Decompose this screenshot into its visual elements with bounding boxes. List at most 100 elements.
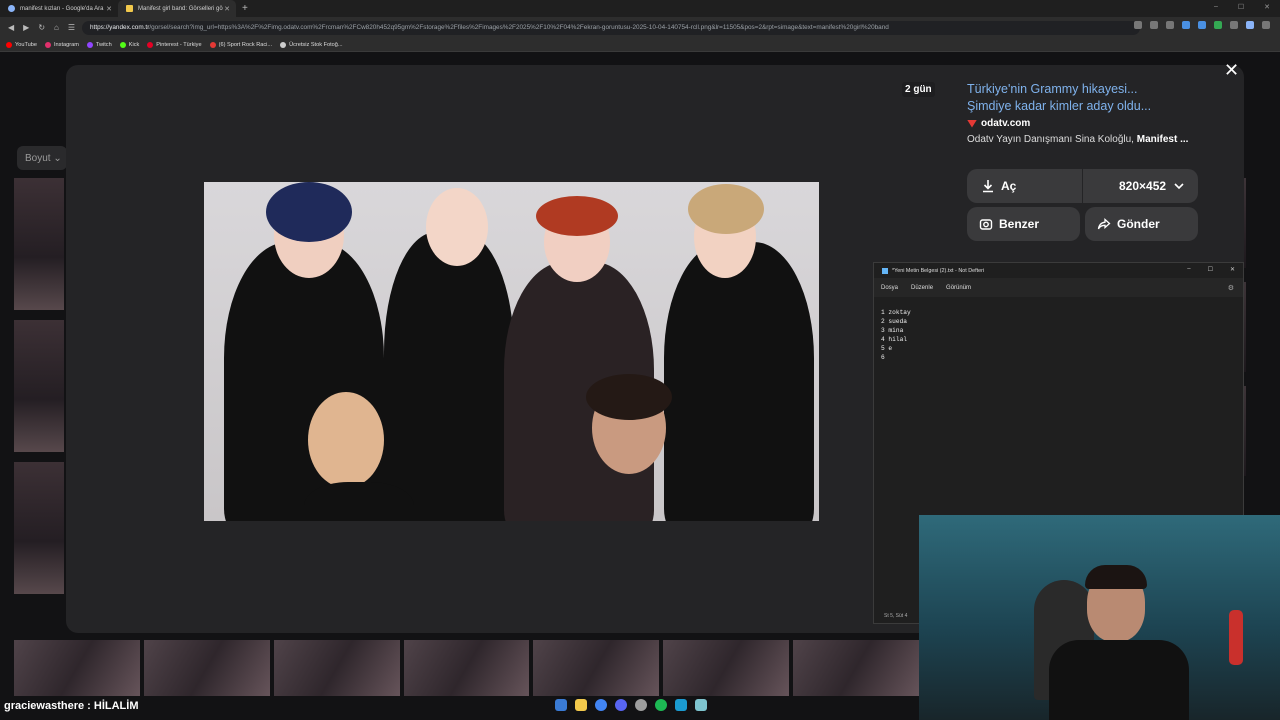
notepad-text-area[interactable]: 1 zoktay 2 sueda 3 mina 4 hilal 5 e 6 [881, 308, 911, 362]
share-button[interactable]: Gönder [1085, 207, 1198, 241]
steam-icon[interactable] [675, 699, 687, 711]
site-info-icon[interactable]: ☰ [68, 23, 75, 32]
preview-image[interactable] [204, 182, 819, 521]
tab-label: Manifest girl band: Görselleri gö [138, 5, 223, 12]
start-icon[interactable] [555, 699, 567, 711]
bookmarks-bar: YouTube Instagram Twitch Kick Pinterest … [0, 38, 1280, 52]
youtube-icon [6, 41, 12, 48]
minimize-icon[interactable]: – [1214, 3, 1218, 11]
zoom-icon[interactable] [1134, 21, 1142, 29]
figure [664, 242, 814, 521]
thumbnail[interactable] [403, 640, 530, 696]
thumbnail[interactable] [14, 320, 64, 452]
bookmark-youtube[interactable]: YouTube [6, 41, 37, 48]
extension-icon[interactable] [1182, 21, 1190, 29]
tab-label: manifest kızları - Google'da Ara [20, 5, 104, 12]
figure [536, 196, 618, 236]
discord-icon[interactable] [615, 699, 627, 711]
extension-icon[interactable] [1214, 21, 1222, 29]
close-viewer-icon[interactable]: ✕ [1224, 60, 1239, 81]
source-site[interactable]: odatv.com [967, 118, 1030, 129]
notepad-taskbar-icon[interactable] [695, 699, 707, 711]
tab-yandex-images[interactable]: Manifest girl band: Görselleri gö ✕ [118, 0, 236, 17]
thumbnail[interactable] [14, 178, 64, 310]
thumbnail[interactable] [14, 640, 140, 696]
window-controls: – ☐ ✕ [1214, 3, 1270, 11]
settings-gear-icon[interactable]: ⚙ [1228, 284, 1234, 292]
source-article-link[interactable]: Türkiye'nin Grammy hikayesi... Şimdiye k… [967, 81, 1167, 115]
thumbnail[interactable] [533, 640, 660, 696]
menu-icon[interactable] [1262, 21, 1270, 29]
background-thumbnail-strip [14, 640, 920, 696]
sport-rock-icon [209, 41, 216, 48]
thumbnail[interactable] [793, 640, 920, 696]
thumbnail[interactable] [14, 462, 64, 594]
figure [308, 392, 384, 488]
reload-icon[interactable]: ↻ [38, 23, 45, 32]
extension-icon[interactable] [1230, 21, 1238, 29]
bookmark-instagram[interactable]: Instagram [44, 41, 79, 48]
pinterest-icon [147, 41, 154, 48]
tab-bar: manifest kızları - Google'da Ara ✕ Manif… [0, 0, 1280, 17]
open-image-button[interactable]: Aç [967, 169, 1082, 203]
menu-file[interactable]: Dosya [881, 285, 898, 291]
tab-google-search[interactable]: manifest kızları - Google'da Ara ✕ [0, 0, 118, 17]
thumbnail[interactable] [143, 640, 270, 696]
figure [688, 184, 764, 234]
home-icon[interactable]: ⌂ [54, 23, 59, 32]
streamer [1049, 640, 1189, 720]
menu-view[interactable]: Görünüm [946, 285, 971, 291]
streamer [1085, 565, 1147, 589]
download-icon [983, 180, 993, 193]
share-arrow-icon [1097, 218, 1111, 230]
menu-edit[interactable]: Düzenle [911, 285, 933, 291]
bottle [1229, 610, 1243, 665]
file-explorer-icon[interactable] [575, 699, 587, 711]
thumbnail[interactable] [663, 640, 790, 696]
chevron-down-icon [1174, 183, 1184, 190]
notepad-menubar: Dosya Düzenle Görünüm [874, 278, 1243, 297]
url-input[interactable]: https://yandex.com.tr/gorsel/search?img_… [82, 20, 1140, 35]
webcam-overlay [919, 515, 1280, 720]
google-icon [8, 5, 15, 12]
maximize-icon[interactable]: ☐ [1208, 266, 1213, 273]
close-tab-icon[interactable]: ✕ [106, 5, 112, 13]
kick-icon [119, 41, 126, 48]
address-bar-row: ◀ ▶ ↻ ⌂ ☰ https://yandex.com.tr/gorsel/s… [0, 17, 1280, 38]
figure [586, 374, 672, 420]
app-icon[interactable] [635, 699, 647, 711]
close-window-icon[interactable]: ✕ [1230, 266, 1235, 273]
forward-icon[interactable]: ▶ [23, 23, 29, 32]
new-tab-button[interactable]: + [242, 3, 248, 14]
text-line: 1 zoktay [881, 309, 911, 316]
back-icon[interactable]: ◀ [8, 23, 14, 32]
text-line: 2 sueda [881, 318, 907, 325]
thumbnail[interactable] [273, 640, 400, 696]
text-line: 3 mina [881, 327, 904, 334]
close-tab-icon[interactable]: ✕ [224, 5, 230, 13]
image-size-dropdown[interactable]: 820×452 [1083, 169, 1198, 203]
minimize-icon[interactable]: – [1187, 266, 1190, 273]
stream-chat-message: graciewasthere : HİLALİM [4, 700, 139, 712]
bookmark-sport-rock[interactable]: (6) Sport Rock Raci... [209, 41, 272, 48]
bookmark-pinterest[interactable]: Pinterest - Türkiye [147, 41, 202, 48]
profile-avatar[interactable] [1246, 21, 1254, 29]
share-icon[interactable] [1150, 21, 1158, 29]
taskbar [555, 699, 707, 711]
bookmark-star-icon[interactable] [1166, 21, 1174, 29]
notepad-title: *Yeni Metin Belgesi (2).txt - Not Defter… [892, 267, 985, 274]
figure [384, 232, 514, 521]
size-filter-dropdown[interactable]: Boyut ⌄ [17, 146, 67, 170]
bookmark-twitch[interactable]: Twitch [86, 41, 112, 48]
spotify-icon[interactable] [655, 699, 667, 711]
bookmark-stock-photo[interactable]: Ücretsiz Stok Fotoğ... [280, 41, 343, 48]
similar-images-button[interactable]: Benzer [967, 207, 1080, 241]
extensions-bar [1134, 21, 1270, 29]
close-window-icon[interactable]: ✕ [1264, 3, 1270, 11]
browser-icon[interactable] [595, 699, 607, 711]
maximize-icon[interactable]: ☐ [1238, 3, 1244, 11]
url-path: /gorsel/search?img_url=https%3A%2F%2Fimg… [149, 24, 889, 31]
age-badge: 2 gün [902, 82, 935, 97]
extension-icon[interactable] [1198, 21, 1206, 29]
bookmark-kick[interactable]: Kick [119, 41, 139, 48]
